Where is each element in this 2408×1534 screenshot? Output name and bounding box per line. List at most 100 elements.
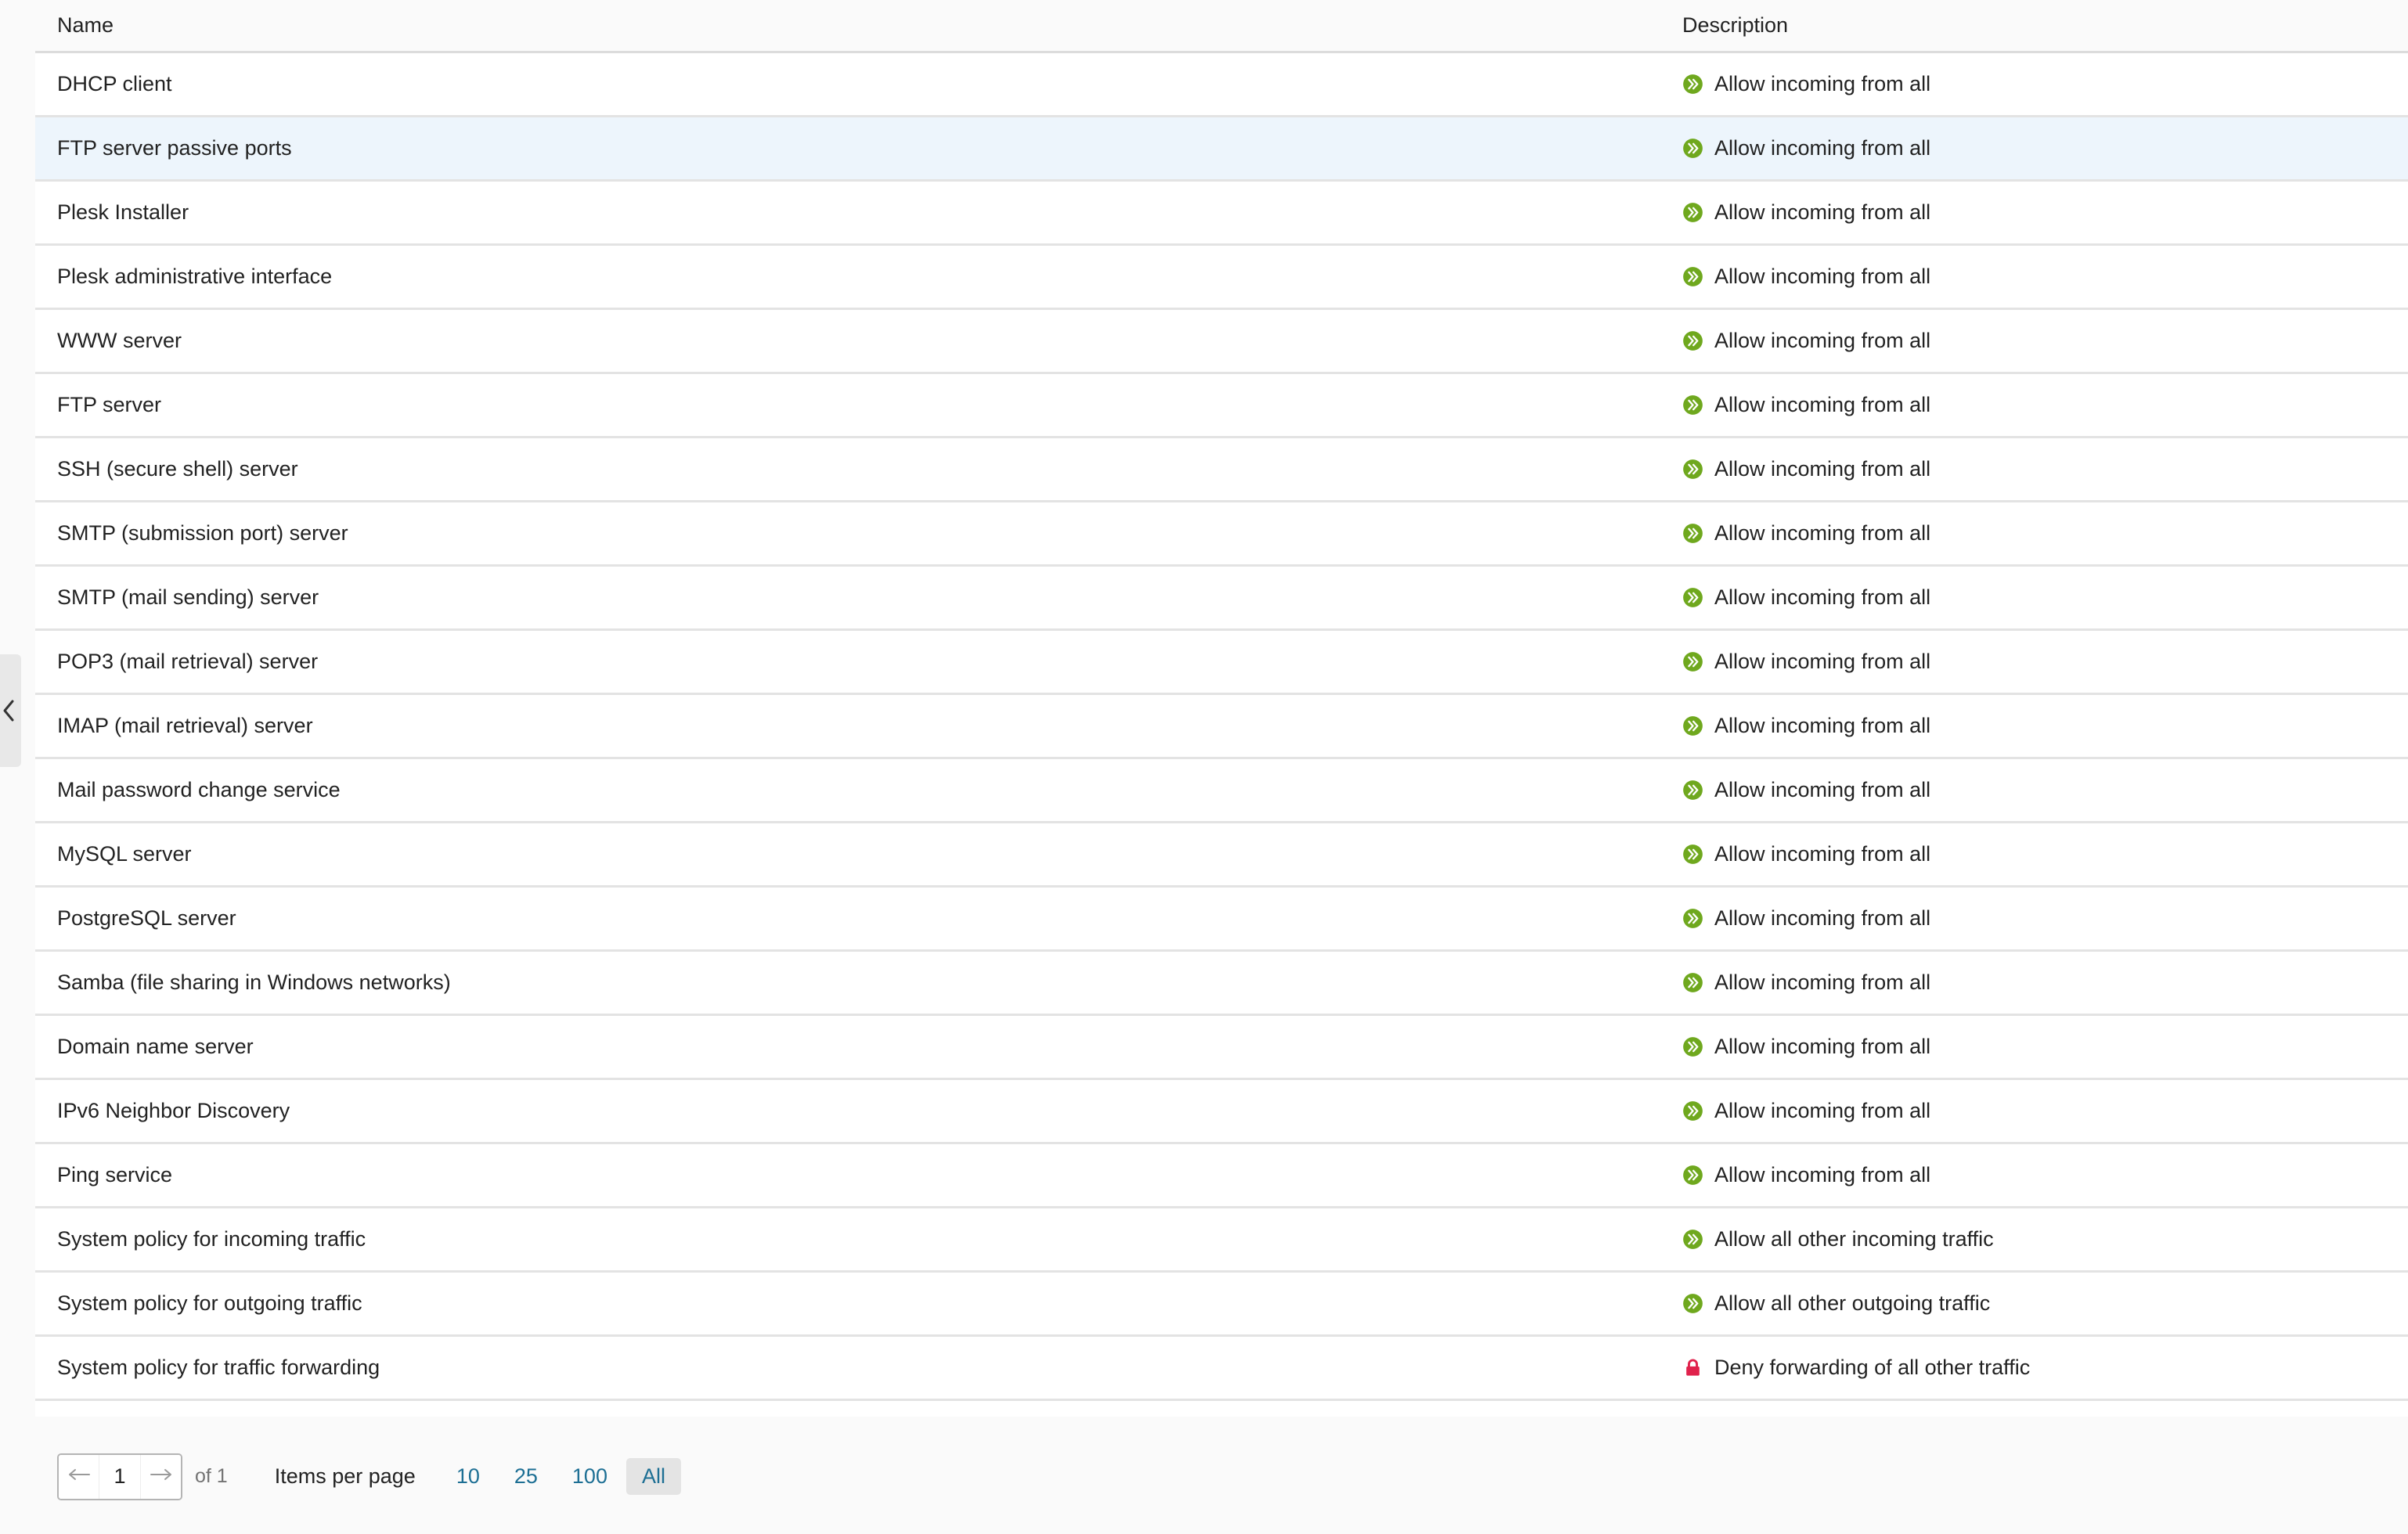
rule-name-cell: PostgreSQL server [35,886,1660,952]
chevron-left-icon [2,699,16,722]
rule-name: PostgreSQL server [57,906,236,930]
rule-name-cell: IPv6 Neighbor Discovery [35,1078,1660,1144]
allow-arrows-icon [1682,1036,1703,1057]
column-header-name[interactable]: Name [35,0,1660,53]
rule-name-cell: Mail password change service [35,758,1660,823]
allow-arrows-icon [1682,330,1703,351]
table-row[interactable]: Mail password change service Allow incomi… [35,758,2408,823]
rule-name-cell: Domain name server [35,1014,1660,1080]
rule-description-cell: Allow incoming from all [1660,1078,2408,1144]
table-header-row: Name Description [35,0,2408,53]
rule-description: Allow incoming from all [1714,777,1931,801]
total-pages-label: of 1 [195,1465,228,1487]
rule-status: Allow incoming from all [1682,502,2408,564]
rule-description-cell: Allow incoming from all [1660,886,2408,952]
table-row[interactable]: FTP server Allow incoming from all [35,373,2408,438]
rule-status: Allow incoming from all [1682,695,2408,757]
rules-table-container: Name Description DHCP client Allow incomi… [35,0,2408,1417]
allow-arrows-icon [1682,972,1703,993]
rule-description: Allow incoming from all [1714,970,1931,994]
arrow-right-icon [150,1467,173,1485]
rule-status: Allow incoming from all [1682,438,2408,500]
rule-name-cell: Ping service [35,1143,1660,1208]
table-row[interactable]: Samba (file sharing in Windows networks)… [35,950,2408,1016]
arrow-left-icon [67,1467,91,1485]
table-header: Name Description [35,0,2408,53]
table-row[interactable]: SMTP (mail sending) server Allow incoming… [35,565,2408,631]
rule-description: Allow incoming from all [1714,328,1931,352]
allow-arrows-icon [1682,1165,1703,1186]
allow-arrows-icon [1682,1100,1703,1122]
firewall-rules-table: Name Description DHCP client Allow incomi… [35,0,2408,1401]
page-number-input[interactable] [99,1454,140,1499]
table-row[interactable]: Plesk Installer Allow incoming from all [35,180,2408,246]
rule-status: Allow all other incoming traffic [1682,1208,2408,1270]
table-row[interactable]: MySQL server Allow incoming from all [35,822,2408,888]
rule-status: Allow all other outgoing traffic [1682,1273,2408,1334]
rule-name: DHCP client [57,71,172,95]
items-per-page-option-10[interactable]: 10 [441,1458,496,1495]
firewall-rules-page: Name Description DHCP client Allow incomi… [0,0,2408,1534]
column-header-description[interactable]: Description [1660,0,2408,53]
allow-arrows-icon [1682,523,1703,544]
previous-page-button[interactable] [59,1454,99,1499]
table-row[interactable]: WWW server Allow incoming from all [35,308,2408,374]
rule-status: Allow incoming from all [1682,952,2408,1014]
table-row[interactable]: Plesk administrative interface Allow inco… [35,244,2408,310]
rule-status: Allow incoming from all [1682,53,2408,115]
rule-name: System policy for incoming traffic [57,1226,366,1251]
items-per-page-option-all[interactable]: All [625,1458,681,1495]
rule-description: Allow incoming from all [1714,649,1931,673]
table-row[interactable]: SSH (secure shell) server Allow incoming … [35,437,2408,502]
sidebar-collapse-handle[interactable] [0,654,21,767]
rule-description-cell: Allow incoming from all [1660,822,2408,888]
allow-arrows-icon [1682,202,1703,223]
rule-name: System policy for outgoing traffic [57,1291,362,1315]
left-gutter [0,0,35,1534]
allow-arrows-icon [1682,394,1703,416]
rule-name: Plesk administrative interface [57,264,333,288]
rule-status: Allow incoming from all [1682,888,2408,949]
rule-description-cell: Allow all other incoming traffic [1660,1207,2408,1273]
rule-status: Allow incoming from all [1682,117,2408,179]
rule-description-cell: Allow incoming from all [1660,244,2408,310]
rule-description: Deny forwarding of all other traffic [1714,1355,2031,1379]
rule-name-cell: Samba (file sharing in Windows networks) [35,950,1660,1016]
allow-arrows-icon [1682,74,1703,95]
allow-arrows-icon [1682,587,1703,608]
table-row[interactable]: POP3 (mail retrieval) server Allow incomi… [35,629,2408,695]
rule-name-cell: System policy for traffic forwarding [35,1335,1660,1401]
items-per-page-option-25[interactable]: 25 [499,1458,553,1495]
table-row[interactable]: Domain name server Allow incoming from al… [35,1014,2408,1080]
allow-arrows-icon [1682,138,1703,159]
table-row[interactable]: DHCP client Allow incoming from all [35,52,2408,117]
rule-name-cell: FTP server [35,373,1660,438]
rule-description-cell: Allow all other outgoing traffic [1660,1271,2408,1337]
rule-name: Domain name server [57,1034,254,1058]
rule-description: Allow incoming from all [1714,585,1931,609]
rule-name-cell: System policy for outgoing traffic [35,1271,1660,1337]
rule-name: Plesk Installer [57,200,189,224]
table-row[interactable]: System policy for traffic forwarding Deny… [35,1335,2408,1401]
table-row[interactable]: FTP server passive ports Allow incoming f… [35,116,2408,182]
rule-name: FTP server [57,392,162,416]
rule-description-cell: Allow incoming from all [1660,950,2408,1016]
rule-name: MySQL server [57,841,192,866]
table-row[interactable]: Ping service Allow incoming from all [35,1143,2408,1208]
rule-name: IPv6 Neighbor Discovery [57,1098,290,1122]
table-row[interactable]: System policy for outgoing traffic Allow … [35,1271,2408,1337]
table-row[interactable]: SMTP (submission port) server Allow incom… [35,501,2408,567]
rule-description-cell: Allow incoming from all [1660,437,2408,502]
table-footer: of 1 Items per page 1025100All [35,1419,2408,1534]
table-row[interactable]: IPv6 Neighbor Discovery Allow incoming fr… [35,1078,2408,1144]
rule-name: Samba (file sharing in Windows networks) [57,970,451,994]
next-page-button[interactable] [140,1454,181,1499]
table-row[interactable]: PostgreSQL server Allow incoming from all [35,886,2408,952]
rule-name-cell: SMTP (submission port) server [35,501,1660,567]
table-row[interactable]: System policy for incoming traffic Allow … [35,1207,2408,1273]
items-per-page-option-100[interactable]: 100 [557,1458,623,1495]
rule-name: System policy for traffic forwarding [57,1355,380,1379]
table-row[interactable]: IMAP (mail retrieval) server Allow incomi… [35,693,2408,759]
rule-name: SMTP (submission port) server [57,520,348,545]
table-body: DHCP client Allow incoming from all FTP se… [35,52,2408,1401]
